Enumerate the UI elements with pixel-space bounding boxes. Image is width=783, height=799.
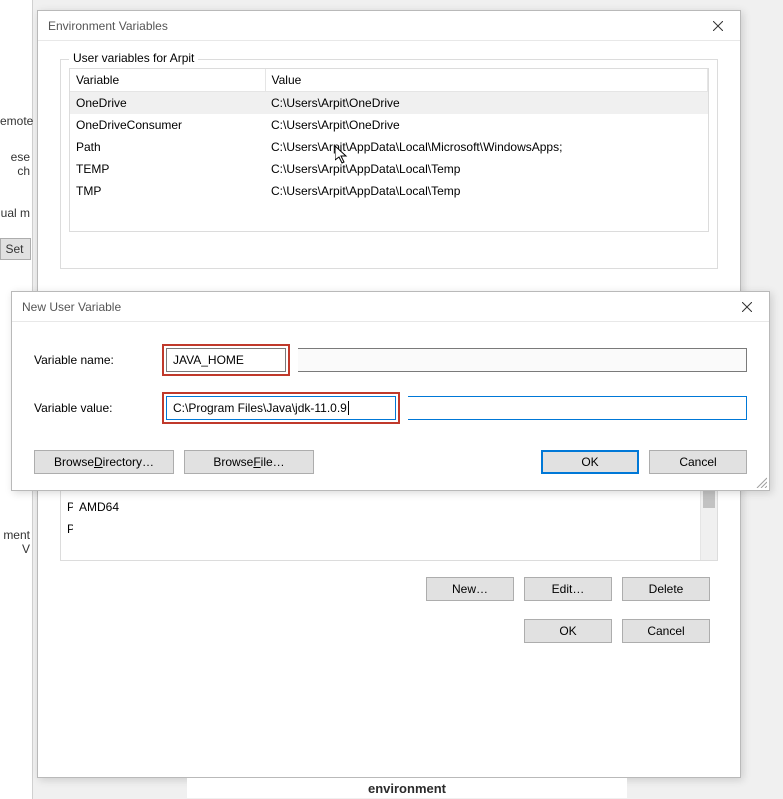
table-row[interactable]: OneDriveConsumerC:\Users\Arpit\OneDrive — [70, 114, 708, 136]
sys-new-button[interactable]: New… — [426, 577, 514, 601]
table-row[interactable]: PROCESSOR_ARCHITECTU…AMD64 — [61, 496, 717, 518]
col-variable[interactable]: Variable — [70, 69, 265, 92]
annotation-highlight-name — [162, 344, 290, 376]
nuv-cancel-button[interactable]: Cancel — [649, 450, 747, 474]
sys-delete-button[interactable]: Delete — [622, 577, 710, 601]
nuv-titlebar: New User Variable — [12, 292, 769, 322]
annotation-highlight-value: C:\Program Files\Java\jdk-11.0.9 — [162, 392, 400, 424]
text-caret — [348, 401, 349, 415]
bg-fragment: ual m — [0, 206, 32, 220]
variable-value-input[interactable]: C:\Program Files\Java\jdk-11.0.9 — [166, 396, 396, 420]
browse-file-button[interactable]: Browse File… — [184, 450, 314, 474]
user-variables-group: User variables for Arpit Variable Value … — [60, 59, 718, 269]
close-icon — [742, 302, 752, 312]
table-row[interactable]: TMPC:\Users\Arpit\AppData\Local\Temp — [70, 180, 708, 202]
user-variables-table[interactable]: Variable Value OneDriveC:\Users\Arpit\On… — [69, 68, 709, 232]
env-cancel-button[interactable]: Cancel — [622, 619, 710, 643]
table-row[interactable]: OneDriveC:\Users\Arpit\OneDrive — [70, 92, 708, 115]
nuv-ok-button[interactable]: OK — [541, 450, 639, 474]
bg-fragment: ese ch — [0, 150, 32, 178]
new-user-variable-dialog: New User Variable Variable name: Variabl… — [11, 291, 770, 491]
variable-name-input-ext[interactable] — [298, 348, 747, 372]
variable-name-label: Variable name: — [34, 353, 166, 367]
background-search-fragment: environment — [187, 778, 627, 798]
table-row[interactable]: TEMPC:\Users\Arpit\AppData\Local\Temp — [70, 158, 708, 180]
sys-edit-button[interactable]: Edit… — [524, 577, 612, 601]
variable-value-input-ext[interactable] — [408, 396, 747, 420]
variable-value-label: Variable value: — [34, 401, 166, 415]
browse-directory-button[interactable]: Browse Directory… — [34, 450, 174, 474]
col-value[interactable]: Value — [265, 69, 708, 92]
table-row[interactable]: PathC:\Users\Arpit\AppData\Local\Microso… — [70, 136, 708, 158]
env-ok-button[interactable]: OK — [524, 619, 612, 643]
bg-fragment: ment V — [0, 528, 32, 556]
nuv-title: New User Variable — [22, 300, 121, 314]
resize-grip[interactable] — [755, 476, 767, 488]
table-row[interactable]: PROCESSOR_IDENTIFIER — [61, 518, 717, 540]
variable-name-input[interactable] — [166, 348, 286, 372]
bg-settings-button-fragment[interactable]: Set — [0, 238, 31, 260]
env-titlebar: Environment Variables — [38, 11, 740, 41]
nuv-close-button[interactable] — [724, 292, 769, 322]
close-icon — [713, 21, 723, 31]
env-title: Environment Variables — [48, 19, 168, 33]
env-close-button[interactable] — [695, 11, 740, 41]
bg-fragment: emote — [0, 114, 32, 128]
user-variables-group-title: User variables for Arpit — [69, 51, 198, 65]
